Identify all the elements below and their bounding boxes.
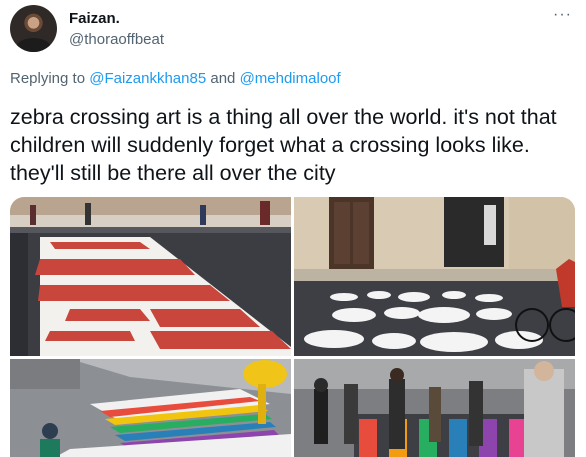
rainbow-crossing-photo[interactable] bbox=[10, 359, 291, 457]
tweet-text: zebra crossing art is a thing all over t… bbox=[10, 105, 557, 185]
replying-to-label: Replying to bbox=[10, 70, 90, 87]
author-handle[interactable]: @thoraoffbeat bbox=[69, 31, 164, 48]
red-white-crossing-photo[interactable] bbox=[10, 197, 291, 356]
mention-link-faizankkhan85[interactable]: @Faizankkhan85 bbox=[89, 70, 206, 87]
media-grid bbox=[10, 197, 575, 457]
white-dots-crossing-image bbox=[294, 197, 575, 356]
mention-link-mehdimaloof[interactable]: @mehdimaloof bbox=[240, 70, 341, 87]
colorful-crossing-pedestrians-photo[interactable] bbox=[294, 359, 575, 457]
avatar[interactable] bbox=[10, 5, 57, 52]
rainbow-crossing-image bbox=[10, 359, 291, 457]
red-white-crossing-image bbox=[10, 197, 291, 356]
white-dots-crossing-photo[interactable] bbox=[294, 197, 575, 356]
avatar-shoulders bbox=[16, 38, 51, 52]
replying-to-line: Replying to @Faizankkhan85 and @mehdimal… bbox=[10, 70, 341, 87]
replying-to-joiner: and bbox=[206, 70, 240, 87]
colorful-crossing-pedestrians-image bbox=[294, 359, 575, 457]
author-name[interactable]: Faizan. bbox=[69, 10, 120, 27]
more-horizontal-icon[interactable]: ··· bbox=[553, 6, 572, 24]
